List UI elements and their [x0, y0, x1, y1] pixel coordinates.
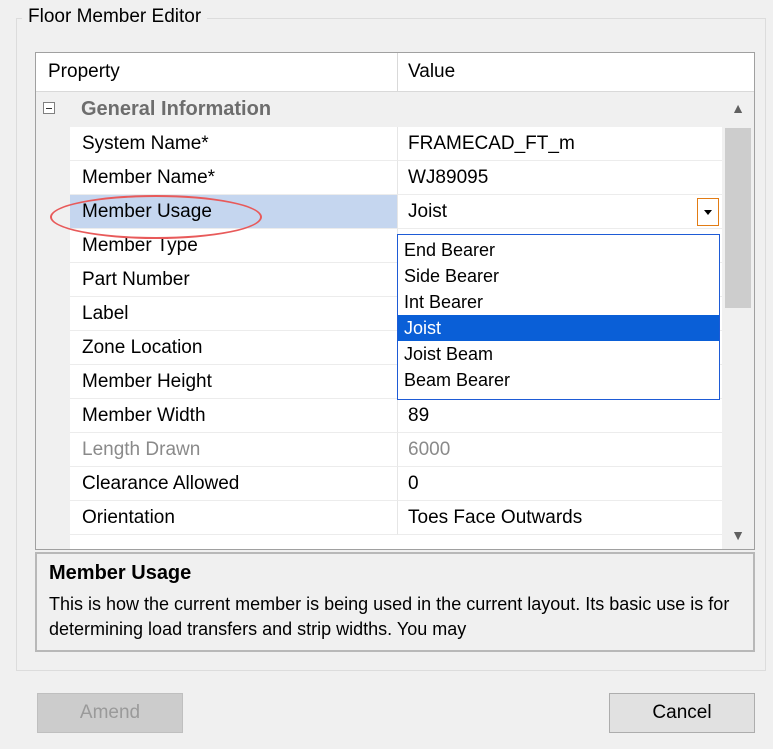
member-usage-dropdown-list[interactable]: End Bearer Side Bearer Int Bearer Joist …: [397, 234, 720, 400]
amend-button[interactable]: Amend: [37, 693, 183, 733]
dropdown-option[interactable]: Beam Bearer: [398, 367, 719, 393]
help-description: This is how the current member is being …: [49, 594, 730, 639]
row-gutter: [36, 127, 70, 549]
scroll-down-icon[interactable]: ▼: [722, 519, 754, 549]
value-member-name[interactable]: WJ89095: [398, 161, 722, 195]
property-label[interactable]: Label: [70, 297, 398, 331]
property-length-drawn[interactable]: Length Drawn: [70, 433, 398, 467]
value-length-drawn: 6000: [398, 433, 722, 467]
scroll-up-icon[interactable]: ▲: [722, 92, 754, 124]
scroll-thumb[interactable]: [725, 128, 751, 308]
grid-header: Property Value: [36, 53, 754, 92]
dropdown-option[interactable]: Side Bearer: [398, 263, 719, 289]
property-member-usage[interactable]: Member Usage: [70, 195, 398, 229]
property-member-width[interactable]: Member Width: [70, 399, 398, 433]
value-orientation[interactable]: Toes Face Outwards: [398, 501, 722, 535]
collapse-icon[interactable]: [43, 102, 55, 114]
value-system-name[interactable]: FRAMECAD_FT_m: [398, 127, 722, 161]
property-member-name[interactable]: Member Name*: [70, 161, 398, 195]
value-clearance-allowed[interactable]: 0: [398, 467, 722, 501]
category-label: General Information: [81, 98, 272, 120]
value-column-header[interactable]: Value: [398, 53, 754, 91]
property-orientation[interactable]: Orientation: [70, 501, 398, 535]
property-part-number[interactable]: Part Number: [70, 263, 398, 297]
dropdown-option[interactable]: Joist Beam: [398, 341, 719, 367]
cancel-button[interactable]: Cancel: [609, 693, 755, 733]
vertical-scrollbar[interactable]: ▲ ▼: [722, 92, 754, 549]
property-member-type[interactable]: Member Type: [70, 229, 398, 263]
value-member-usage[interactable]: Joist: [398, 195, 722, 229]
dropdown-arrow-icon[interactable]: [697, 198, 719, 226]
help-panel: Member Usage This is how the current mem…: [35, 552, 755, 652]
property-zone-location[interactable]: Zone Location: [70, 331, 398, 365]
category-row-general-information[interactable]: General Information: [36, 92, 722, 127]
dropdown-option[interactable]: End Bearer: [398, 237, 719, 263]
property-system-name[interactable]: System Name*: [70, 127, 398, 161]
help-title: Member Usage: [49, 562, 192, 584]
group-title: Floor Member Editor: [22, 6, 208, 28]
dropdown-option-selected[interactable]: Joist: [398, 315, 719, 341]
value-member-width[interactable]: 89: [398, 399, 722, 433]
property-column-header[interactable]: Property: [36, 53, 398, 91]
property-clearance-allowed[interactable]: Clearance Allowed: [70, 467, 398, 501]
dropdown-option[interactable]: Int Bearer: [398, 289, 719, 315]
property-member-height[interactable]: Member Height: [70, 365, 398, 399]
